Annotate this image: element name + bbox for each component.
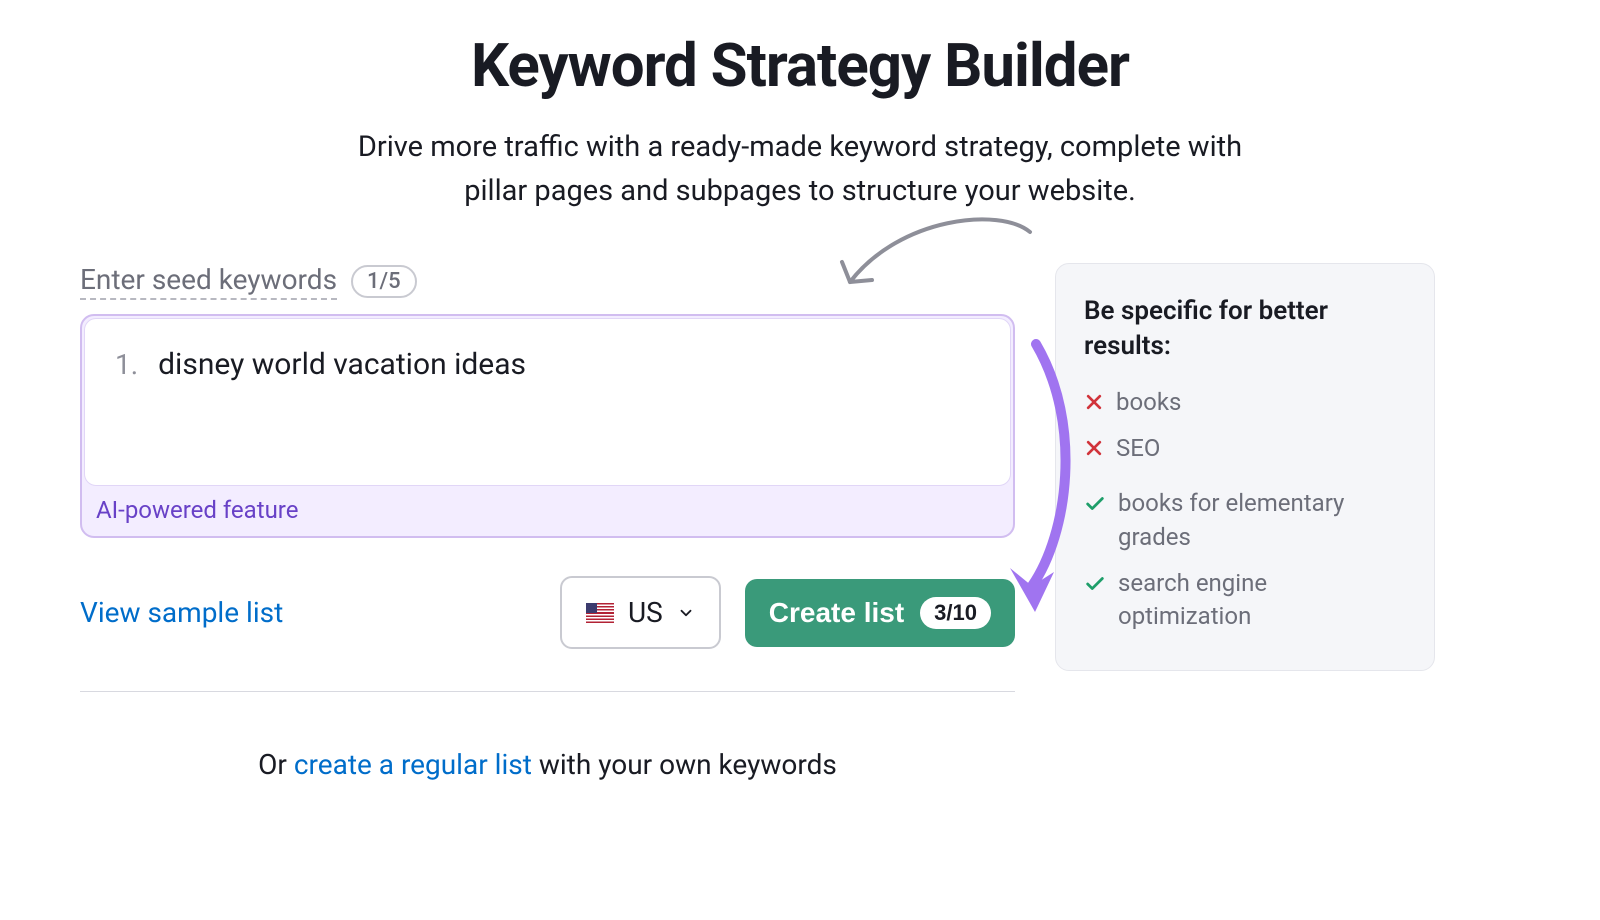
seed-count-badge: 1/5 [351,265,417,298]
or-suffix: with your own keywords [532,748,837,781]
tips-title: Be specific for better results: [1084,294,1406,364]
keyword-input-container: 1. AI-powered feature [80,314,1015,538]
tip-bad-item: SEO [1084,432,1406,466]
keyword-input[interactable] [158,347,980,382]
country-code-label: US [628,596,663,629]
check-icon [1084,493,1106,515]
country-select[interactable]: US [560,576,721,649]
page-title: Keyword Strategy Builder [330,30,1270,101]
tip-good-item: search engine optimization [1084,567,1406,634]
ai-powered-label: AI-powered feature [82,488,1013,536]
divider [80,691,1015,692]
or-row: Or create a regular list with your own k… [80,748,1015,781]
tip-bad-text: SEO [1116,432,1406,466]
tips-good-list: books for elementary grades search engin… [1084,487,1406,633]
tips-bad-list: books SEO [1084,386,1406,465]
flag-us-icon [586,603,614,623]
create-list-badge: 3/10 [920,597,991,629]
create-regular-list-link[interactable]: create a regular list [294,748,532,781]
view-sample-list-link[interactable]: View sample list [80,596,283,629]
chevron-down-icon [677,604,695,622]
seed-keywords-label: Enter seed keywords [80,263,337,300]
tips-panel: Be specific for better results: books SE… [1055,263,1435,671]
x-icon [1084,392,1104,412]
keyword-input-box[interactable]: 1. [84,318,1011,486]
tip-good-text: books for elementary grades [1118,487,1406,554]
keyword-line-number: 1. [115,348,138,381]
seed-label-row: Enter seed keywords 1/5 [80,263,1015,300]
create-list-label: Create list [769,597,904,629]
form-area: Enter seed keywords 1/5 1. AI-powered fe… [80,263,1015,781]
create-list-button[interactable]: Create list 3/10 [745,579,1015,647]
check-icon [1084,573,1106,595]
or-prefix: Or [258,748,294,781]
tip-bad-item: books [1084,386,1406,420]
tip-bad-text: books [1116,386,1406,420]
tip-good-item: books for elementary grades [1084,487,1406,554]
page-subtitle: Drive more traffic with a ready-made key… [330,126,1270,213]
header: Keyword Strategy Builder Drive more traf… [330,30,1270,213]
tip-good-text: search engine optimization [1118,567,1406,634]
x-icon [1084,438,1104,458]
